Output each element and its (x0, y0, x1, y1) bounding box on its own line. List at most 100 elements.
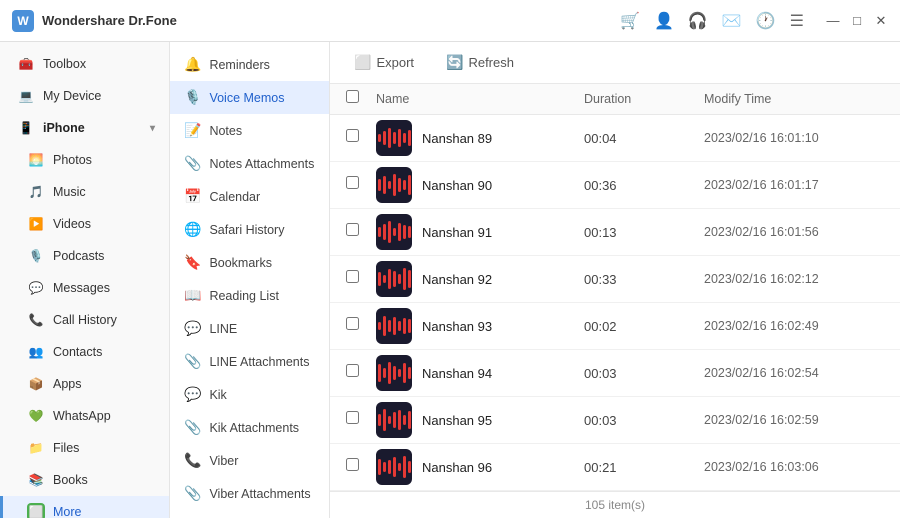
mid-label-kik-attachments: Kik Attachments (209, 421, 299, 435)
sidebar-item-files[interactable]: 📁 Files (0, 432, 169, 464)
titlebar-left: W Wondershare Dr.Fone (12, 10, 177, 32)
sidebar-item-podcasts[interactable]: 🎙️ Podcasts (0, 240, 169, 272)
minimize-button[interactable]: — (826, 14, 840, 28)
table-row[interactable]: Nanshan 95 00:03 2023/02/16 16:02:59 (330, 397, 900, 444)
headset-icon[interactable]: 🎧 (688, 11, 708, 31)
select-all-checkbox[interactable] (346, 90, 359, 103)
mid-item-reading-list[interactable]: 📖 Reading List (170, 279, 329, 312)
mid-label-reading-list: Reading List (209, 289, 279, 303)
mid-item-reminders[interactable]: 🔔 Reminders (170, 48, 329, 81)
row-checkbox-5[interactable] (346, 364, 376, 382)
table-body: Nanshan 89 00:04 2023/02/16 16:01:10 Nan… (330, 115, 900, 491)
row-check-input-3[interactable] (346, 270, 359, 283)
sidebar-label-apps: Apps (53, 377, 82, 391)
table-row[interactable]: Nanshan 93 00:02 2023/02/16 16:02:49 (330, 303, 900, 350)
table-row[interactable]: Nanshan 92 00:33 2023/02/16 16:02:12 (330, 256, 900, 303)
row-check-input-7[interactable] (346, 458, 359, 471)
music-icon: 🎵 (27, 183, 45, 201)
sidebar-item-whatsapp[interactable]: 💚 WhatsApp (0, 400, 169, 432)
menu-icon[interactable]: ☰ (790, 11, 804, 31)
table-row[interactable]: Nanshan 96 00:21 2023/02/16 16:03:06 (330, 444, 900, 491)
contacts-icon: 👥 (27, 343, 45, 361)
row-checkbox-3[interactable] (346, 270, 376, 288)
row-checkbox-2[interactable] (346, 223, 376, 241)
row-duration-7: 00:21 (584, 460, 704, 475)
cart-icon[interactable]: 🛒 (620, 11, 640, 31)
row-check-input-2[interactable] (346, 223, 359, 236)
row-checkbox-6[interactable] (346, 411, 376, 429)
waveform-5 (378, 362, 411, 384)
mid-item-line[interactable]: 💬 LINE (170, 312, 329, 345)
sidebar-item-apps[interactable]: 📦 Apps (0, 368, 169, 400)
mid-item-notes-attachments[interactable]: 📎 Notes Attachments (170, 147, 329, 180)
table-row[interactable]: Nanshan 90 00:36 2023/02/16 16:01:17 (330, 162, 900, 209)
row-check-input-6[interactable] (346, 411, 359, 424)
row-thumbnail-7 (376, 449, 412, 485)
row-time-1: 2023/02/16 16:01:17 (704, 178, 884, 192)
table-row[interactable]: Nanshan 94 00:03 2023/02/16 16:02:54 (330, 350, 900, 397)
calendar-icon: 📅 (184, 188, 201, 205)
row-checkbox-1[interactable] (346, 176, 376, 194)
export-icon: ⬜ (354, 54, 371, 71)
row-checkbox-0[interactable] (346, 129, 376, 147)
sidebar-item-more[interactable]: ⬜ More (0, 496, 169, 518)
sidebar-item-iphone[interactable]: 📱 iPhone ▾ (0, 112, 169, 144)
mid-label-bookmarks: Bookmarks (209, 256, 272, 270)
mid-label-voice-memos: Voice Memos (209, 91, 284, 105)
reminders-icon: 🔔 (184, 56, 201, 73)
row-check-input-1[interactable] (346, 176, 359, 189)
table-row[interactable]: Nanshan 91 00:13 2023/02/16 16:01:56 (330, 209, 900, 256)
close-button[interactable]: ✕ (874, 14, 888, 28)
mid-item-safari-history[interactable]: 🌐 Safari History (170, 213, 329, 246)
export-button[interactable]: ⬜ Export (346, 50, 422, 75)
row-duration-3: 00:33 (584, 272, 704, 287)
sidebar-label-whatsapp: WhatsApp (53, 409, 111, 423)
mid-item-bookmarks[interactable]: 🔖 Bookmarks (170, 246, 329, 279)
mid-item-viber-attachments[interactable]: 📎 Viber Attachments (170, 477, 329, 510)
row-check-input-0[interactable] (346, 129, 359, 142)
table-row[interactable]: Nanshan 89 00:04 2023/02/16 16:01:10 (330, 115, 900, 162)
sidebar-label-music: Music (53, 185, 86, 199)
row-checkbox-4[interactable] (346, 317, 376, 335)
export-label: Export (376, 55, 414, 70)
mid-item-calendar[interactable]: 📅 Calendar (170, 180, 329, 213)
sidebar-item-messages[interactable]: 💬 Messages (0, 272, 169, 304)
sidebar-item-books[interactable]: 📚 Books (0, 464, 169, 496)
videos-icon: ▶️ (27, 215, 45, 233)
row-check-input-4[interactable] (346, 317, 359, 330)
table-header: Name Duration Modify Time (330, 84, 900, 115)
sidebar-item-toolbox[interactable]: 🧰 Toolbox (0, 48, 169, 80)
row-check-input-5[interactable] (346, 364, 359, 377)
main-content: ⬜ Export 🔄 Refresh Name Duration Modify … (330, 42, 900, 518)
header-check[interactable] (346, 90, 376, 108)
mid-item-viber[interactable]: 📞 Viber (170, 444, 329, 477)
user-icon[interactable]: 👤 (654, 11, 674, 31)
mid-item-notes[interactable]: 📝 Notes (170, 114, 329, 147)
history-icon[interactable]: 🕐 (756, 11, 776, 31)
mid-item-voice-memos[interactable]: 🎙️ Voice Memos (170, 81, 329, 114)
sidebar-item-my-device[interactable]: 💻 My Device (0, 80, 169, 112)
mail-icon[interactable]: ✉️ (722, 11, 742, 31)
sidebar-item-music[interactable]: 🎵 Music (0, 176, 169, 208)
mid-item-kik[interactable]: 💬 Kik (170, 378, 329, 411)
sidebar-label-more: More (53, 505, 81, 518)
mid-item-line-attachments[interactable]: 📎 LINE Attachments (170, 345, 329, 378)
mid-label-notes-attachments: Notes Attachments (209, 157, 314, 171)
refresh-button[interactable]: 🔄 Refresh (438, 50, 522, 75)
waveform-7 (378, 456, 411, 478)
sidebar-item-photos[interactable]: 🌅 Photos (0, 144, 169, 176)
apps-icon: 📦 (27, 375, 45, 393)
call-history-icon: 📞 (27, 311, 45, 329)
window-controls: — □ ✕ (826, 14, 888, 28)
maximize-button[interactable]: □ (850, 14, 864, 28)
sidebar-label-call-history: Call History (53, 313, 117, 327)
mid-item-kik-attachments[interactable]: 📎 Kik Attachments (170, 411, 329, 444)
waveform-1 (378, 174, 411, 196)
mid-item-app-photos[interactable]: 🖼️ App Photos (170, 510, 329, 518)
row-checkbox-7[interactable] (346, 458, 376, 476)
sidebar-item-contacts[interactable]: 👥 Contacts (0, 336, 169, 368)
row-duration-6: 00:03 (584, 413, 704, 428)
sidebar-item-call-history[interactable]: 📞 Call History (0, 304, 169, 336)
refresh-label: Refresh (468, 55, 514, 70)
sidebar-item-videos[interactable]: ▶️ Videos (0, 208, 169, 240)
